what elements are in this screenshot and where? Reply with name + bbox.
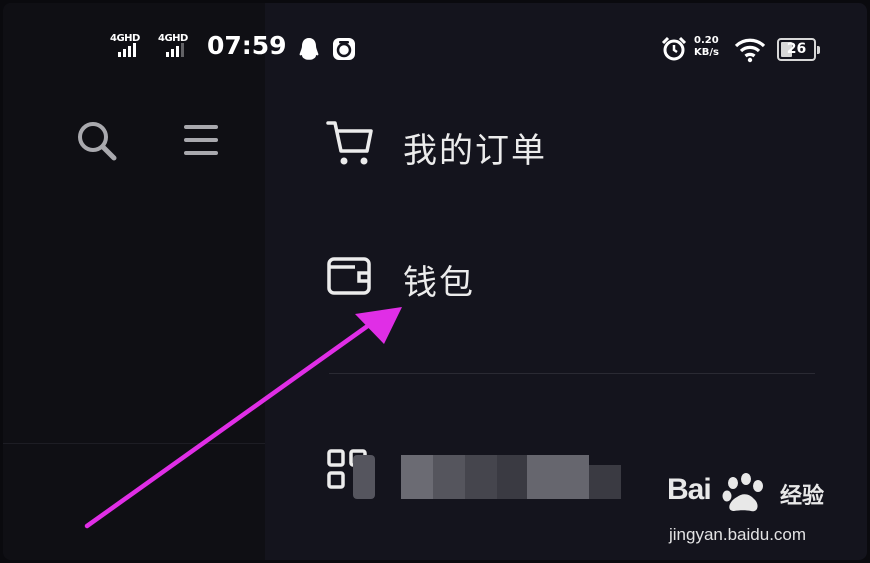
app-screen: 4GHD 4GHD 07:59 0.20 KB/s 26 我的订单 钱包 Bai… [3,3,867,560]
annotation-arrow [84,307,402,529]
